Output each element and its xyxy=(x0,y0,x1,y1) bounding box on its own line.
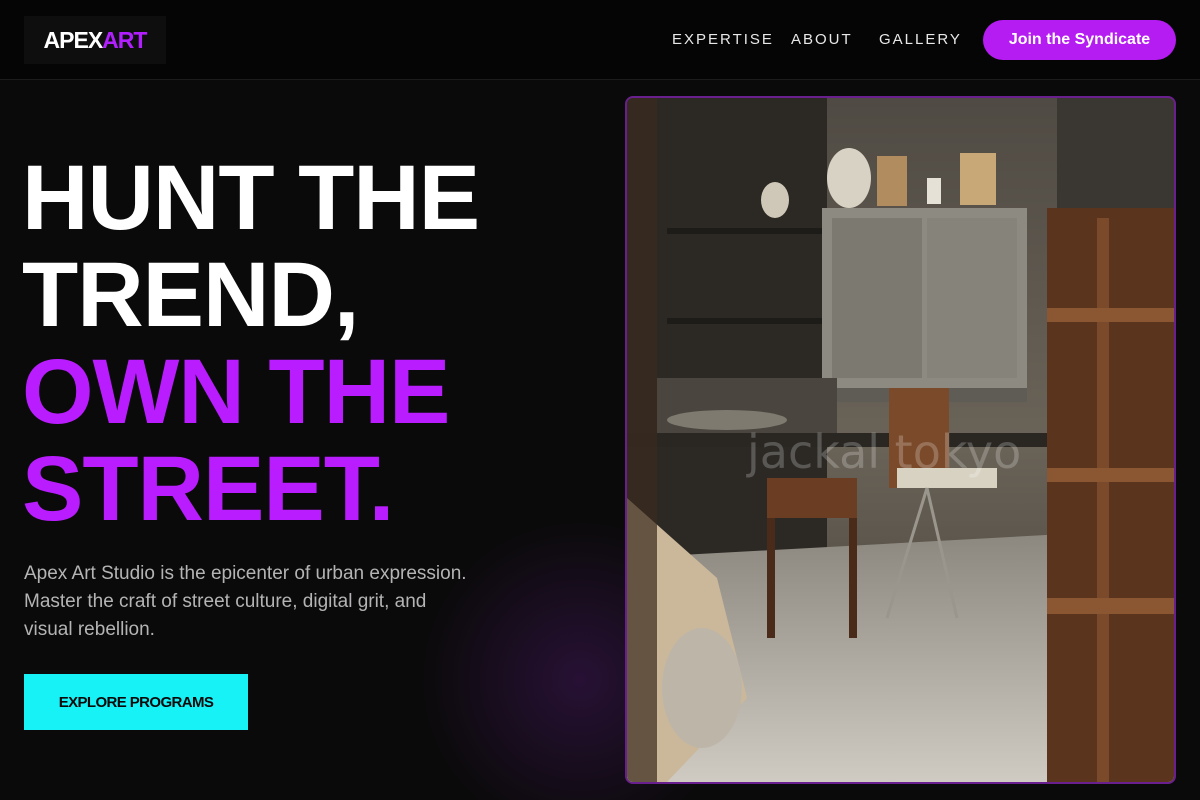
logo-text-art: ART xyxy=(102,26,147,53)
nav-link-expertise[interactable]: EXPERTISE xyxy=(672,30,774,50)
description-line-3: visual rebellion. xyxy=(24,619,155,640)
description-line-1: Apex Art Studio is the epicenter of urba… xyxy=(24,563,467,584)
top-navigation: APEX ART EXPERTISE ABOUT GALLERY Join the… xyxy=(0,0,1200,80)
hero-description: Apex Art Studio is the epicenter of urba… xyxy=(24,560,544,644)
art-studio-image: jackal tokyo xyxy=(627,98,1174,782)
join-syndicate-button[interactable]: Join the Syndicate xyxy=(983,20,1176,60)
hero-headline: HUNT THE TREND, OWN THE STREET. xyxy=(22,150,602,538)
headline-line-2: TREND, xyxy=(22,244,359,346)
explore-programs-button[interactable]: EXPLORE PROGRAMS xyxy=(24,674,248,730)
hero-image-frame: jackal tokyo xyxy=(625,96,1176,784)
headline-line-1: HUNT THE xyxy=(22,147,480,249)
nav-link-gallery[interactable]: GALLERY xyxy=(879,30,962,50)
description-line-2: Master the craft of street culture, digi… xyxy=(24,591,427,612)
brand-logo[interactable]: APEX ART xyxy=(24,16,166,64)
image-watermark: jackal tokyo xyxy=(746,425,1021,479)
headline-line-4: STREET. xyxy=(22,438,394,540)
logo-text-apex: APEX xyxy=(43,26,104,53)
nav-link-about[interactable]: ABOUT xyxy=(791,30,853,50)
headline-line-3: OWN THE xyxy=(22,341,450,443)
